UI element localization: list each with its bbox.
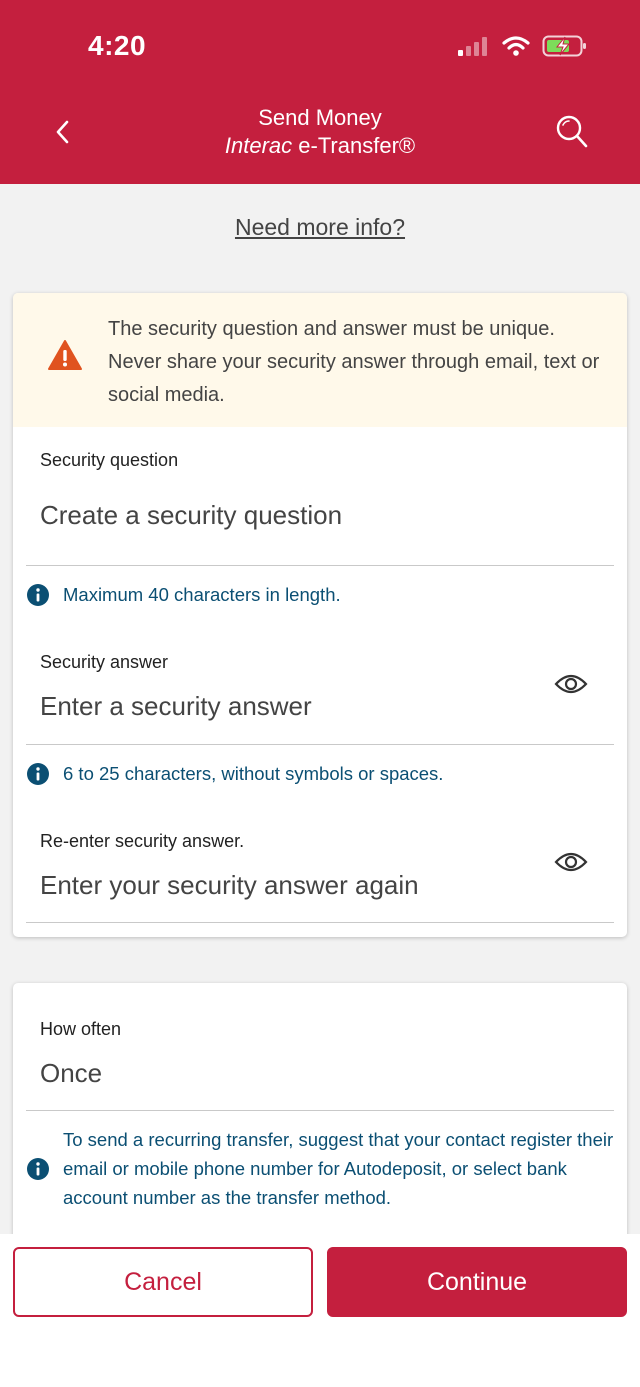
security-answer-hint: 6 to 25 characters, without symbols or s… — [27, 759, 443, 788]
signal-icon — [458, 37, 487, 56]
recurring-transfer-hint: To send a recurring transfer, suggest th… — [27, 1125, 617, 1212]
security-answer-label: Security answer — [40, 652, 169, 672]
status-icons — [458, 34, 588, 58]
eye-icon — [554, 674, 588, 694]
divider — [26, 1110, 614, 1111]
wifi-icon — [502, 36, 530, 56]
warning-text: The security question and answer must be… — [108, 318, 600, 406]
divider — [26, 744, 614, 745]
recurring-transfer-hint-text: To send a recurring transfer, suggest th… — [63, 1129, 614, 1208]
divider — [26, 565, 614, 566]
search-button[interactable] — [552, 110, 592, 154]
security-question-hint-text: Maximum 40 characters in length. — [63, 584, 341, 605]
show-answer-toggle[interactable] — [553, 670, 589, 698]
info-icon — [27, 763, 49, 785]
how-often-label: How often — [40, 1019, 122, 1039]
search-icon — [556, 115, 588, 148]
eye-icon — [554, 852, 588, 872]
security-question-input[interactable]: Create a security question — [40, 500, 342, 531]
security-answer-input[interactable]: Enter a security answer — [40, 691, 312, 722]
subtitle-brand: Interac — [224, 133, 293, 158]
info-icon — [27, 584, 49, 606]
bottom-action-bar: Cancel Continue — [0, 1234, 640, 1387]
battery-charging-icon — [542, 35, 586, 57]
show-reenter-answer-toggle[interactable] — [553, 848, 589, 876]
reenter-answer-label: Re-enter security answer. — [40, 831, 245, 851]
continue-button[interactable]: Continue — [327, 1247, 627, 1317]
security-question-hint: Maximum 40 characters in length. — [27, 580, 341, 609]
security-question-label: Security question — [40, 450, 179, 470]
cancel-button[interactable]: Cancel — [13, 1247, 313, 1317]
need-info-container: Need more info? — [0, 214, 640, 241]
divider — [26, 922, 614, 923]
app-header: 4:20 Send Money Interac e-Transfer® — [0, 0, 640, 184]
how-often-select[interactable]: Once — [40, 1058, 102, 1089]
frequency-card: How often Once To send a recurring trans… — [13, 983, 627, 1243]
status-time: 4:20 — [88, 30, 147, 61]
info-icon — [27, 1157, 49, 1180]
security-answer-hint-text: 6 to 25 characters, without symbols or s… — [63, 763, 444, 784]
page-subtitle: Interac e-Transfer® — [0, 133, 640, 159]
warning-triangle-icon — [48, 340, 82, 370]
reenter-answer-input[interactable]: Enter your security answer again — [40, 870, 419, 901]
page-title: Send Money — [258, 105, 382, 130]
subtitle-rest: e-Transfer® — [292, 133, 416, 158]
security-card: The security question and answer must be… — [13, 293, 627, 937]
need-more-info-link[interactable]: Need more info? — [235, 214, 405, 240]
security-warning-banner: The security question and answer must be… — [13, 293, 627, 427]
